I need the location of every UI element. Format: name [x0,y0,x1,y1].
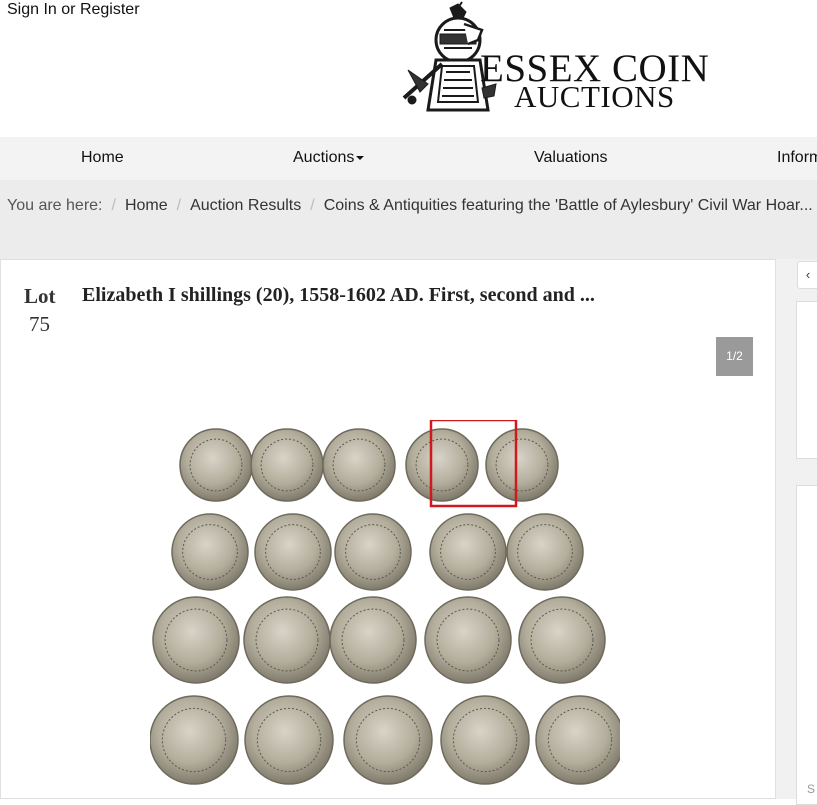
chevron-left-icon: ‹ [805,267,811,282]
breadcrumb-bar: You are here: / Home / Auction Results / Coins… [0,180,817,260]
image-counter: 1/2 [716,337,753,376]
coin [485,428,559,502]
coin [322,428,396,502]
lot-image[interactable] [150,420,620,800]
coin [334,513,412,591]
nav-item-home[interactable]: Home [81,149,124,167]
coin [343,695,433,785]
coin [250,428,324,502]
coin [244,695,334,785]
coin [243,596,331,684]
breadcrumb: You are here: / Home / Auction Results / Coins… [7,197,813,214]
or-text: or [61,1,76,18]
coin [150,695,239,785]
lot-label: Lot [24,284,56,308]
coin [535,695,620,785]
breadcrumb-home[interactable]: Home [125,197,168,214]
coin [329,596,417,684]
nav-item-auctions[interactable]: Auctions [293,149,365,167]
coin [424,596,512,684]
coin [506,513,584,591]
coin [171,513,249,591]
sign-in-link[interactable]: Sign In [7,1,57,18]
coin [152,596,240,684]
side-card [796,485,817,805]
chevron-down-icon [356,155,365,160]
side-panel: ‹ S [776,259,817,805]
auth-links: Sign In or Register [7,1,140,19]
coin [440,695,530,785]
site-logo[interactable]: ESSEX COIN AUCTIONS [398,0,728,125]
side-card [796,301,817,459]
coin [254,513,332,591]
breadcrumb-prefix: You are here: [7,197,103,214]
coin [405,428,479,502]
main-nav: Home Auctions Valuations Inform [0,137,817,180]
logo-subtitle: AUCTIONS [514,79,675,114]
nav-item-valuations[interactable]: Valuations [534,149,608,167]
prev-button[interactable]: ‹ [797,261,817,289]
coin [518,596,606,684]
register-link[interactable]: Register [80,1,140,18]
nav-item-information[interactable]: Inform [777,149,817,167]
lot-title: Elizabeth I shillings (20), 1558-1602 AD… [82,284,595,306]
breadcrumb-auction-results[interactable]: Auction Results [190,197,301,214]
lot-number: 75 [29,312,50,336]
coin [429,513,507,591]
breadcrumb-current-auction[interactable]: Coins & Antiquities featuring the 'Battl… [324,197,813,214]
coin [179,428,253,502]
